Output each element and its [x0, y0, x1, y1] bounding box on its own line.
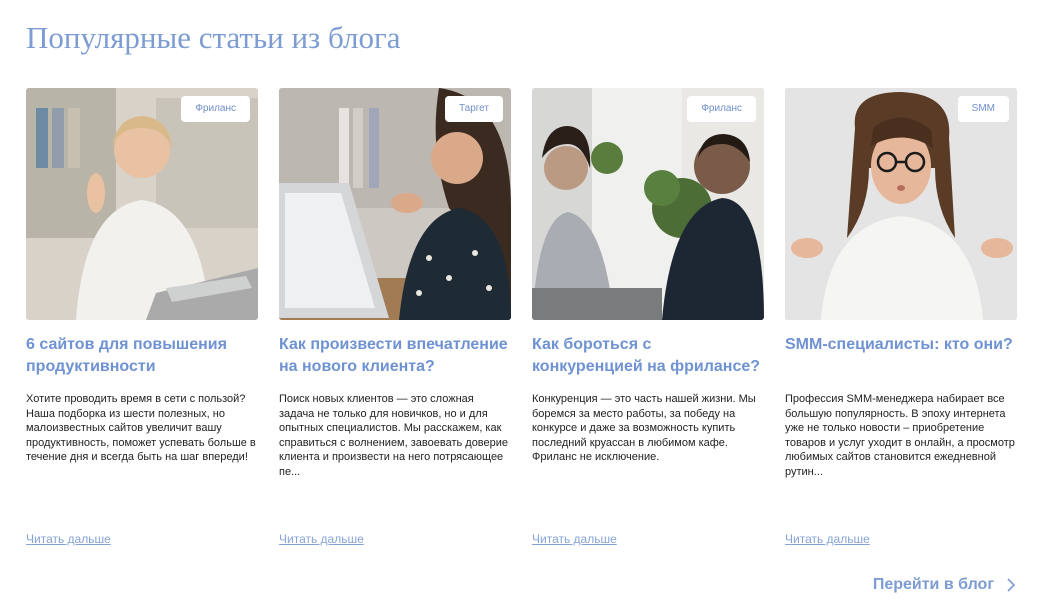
article-photo — [26, 88, 258, 320]
articles-grid: Фриланс 6 сайтов для повышения продуктив… — [26, 88, 1018, 558]
article-excerpt: Хотите проводить время в сети с пользой?… — [26, 393, 256, 464]
article-card[interactable]: Фриланс Как бороться с конкуренцией на ф… — [532, 88, 764, 558]
category-tag[interactable]: Таргет — [444, 96, 503, 122]
article-title[interactable]: 6 сайтов для повышения продуктивности — [26, 334, 258, 378]
category-tag[interactable]: SMM — [957, 96, 1009, 122]
article-title[interactable]: Как произвести впечатление на нового кли… — [279, 334, 511, 378]
category-tag[interactable]: Фриланс — [687, 96, 756, 122]
read-more-link[interactable]: Читать дальше — [785, 531, 870, 547]
article-card[interactable]: SMM SMM-специалисты: кто они? Профессия … — [785, 88, 1017, 558]
go-to-blog-label: Перейти в блог — [872, 576, 994, 593]
read-more-link[interactable]: Читать дальше — [26, 531, 111, 547]
article-image[interactable]: Фриланс — [26, 88, 258, 320]
category-tag[interactable]: Фриланс — [181, 96, 250, 122]
article-excerpt: Поиск новых клиентов — это сложная задач… — [279, 393, 509, 478]
read-more-link[interactable]: Читать дальше — [279, 531, 364, 547]
article-title[interactable]: SMM-специалисты: кто они? — [785, 334, 1017, 356]
go-to-blog-link[interactable]: Перейти в блог — [873, 576, 1016, 594]
article-image[interactable]: Фриланс — [532, 88, 764, 320]
article-image[interactable]: Таргет — [279, 88, 511, 320]
article-image[interactable]: SMM — [785, 88, 1017, 320]
page-title: Популярные статьи из блога — [26, 20, 401, 55]
article-excerpt: Профессия SMM-менеджера набирает все бол… — [785, 393, 1015, 478]
article-photo — [532, 88, 764, 320]
article-card[interactable]: Таргет Как произвести впечатление на нов… — [279, 88, 511, 558]
chevron-right-icon — [1007, 578, 1016, 592]
article-photo — [279, 88, 511, 320]
article-title[interactable]: Как бороться с конкуренцией на фрилансе? — [532, 334, 764, 378]
read-more-link[interactable]: Читать дальше — [532, 531, 617, 547]
article-photo — [785, 88, 1017, 320]
article-excerpt: Конкуренция — это часть нашей жизни. Мы … — [532, 393, 756, 464]
article-card[interactable]: Фриланс 6 сайтов для повышения продуктив… — [26, 88, 258, 558]
